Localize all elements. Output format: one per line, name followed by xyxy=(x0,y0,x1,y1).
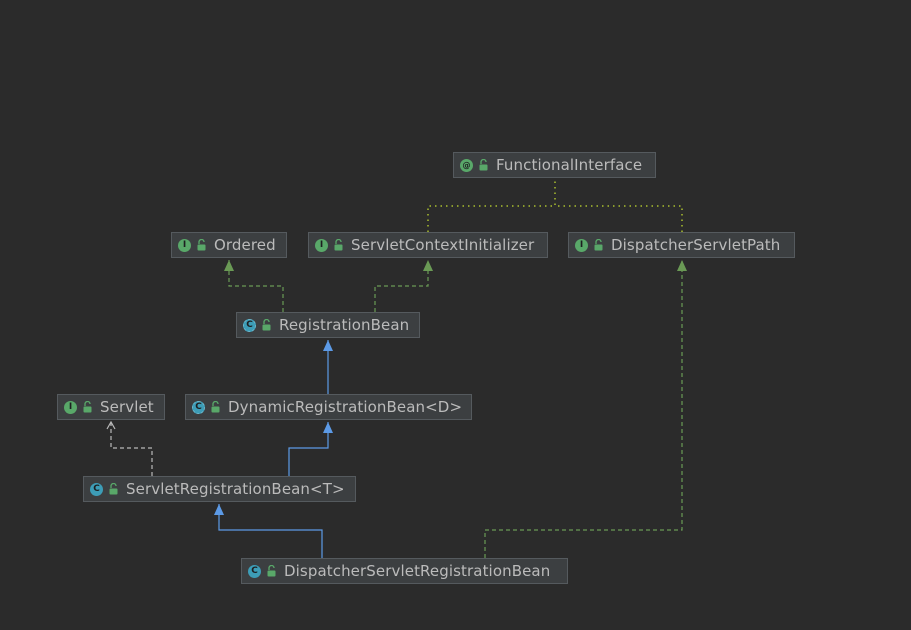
interface-icon: I xyxy=(575,238,588,252)
public-lock-icon xyxy=(83,401,92,413)
edge-dynamic-registration-bean-to-registration-bean xyxy=(323,340,333,394)
arrowhead xyxy=(423,260,433,271)
node-dynamic-registration-bean[interactable]: C DynamicRegistrationBean<D> xyxy=(185,394,472,420)
public-lock-icon xyxy=(479,159,488,171)
public-lock-icon xyxy=(334,239,343,251)
interface-icon: I xyxy=(315,238,328,252)
class-icon: C xyxy=(90,482,103,496)
arrowhead xyxy=(224,260,234,271)
class-diagram: @ FunctionalInterface I Ordered I ServletCont… xyxy=(0,0,911,630)
class-icon: C xyxy=(248,564,261,578)
arrowhead xyxy=(323,340,333,351)
public-lock-icon xyxy=(594,239,603,251)
node-dispatcher-servlet-path[interactable]: I DispatcherServletPath xyxy=(568,232,795,258)
node-label: RegistrationBean xyxy=(279,316,410,334)
arrowhead xyxy=(214,504,224,515)
node-label: FunctionalInterface xyxy=(496,156,643,174)
node-servlet-context-initializer[interactable]: I ServletContextInitializer xyxy=(308,232,548,258)
node-dispatcher-servlet-registration-bean[interactable]: C DispatcherServletRegistrationBean xyxy=(241,558,568,584)
arrowhead xyxy=(677,260,687,271)
node-ordered[interactable]: I Ordered xyxy=(171,232,287,258)
node-label: DispatcherServletRegistrationBean xyxy=(284,562,551,580)
node-functional-interface[interactable]: @ FunctionalInterface xyxy=(453,152,656,178)
edge-dispatcher-servlet-registration-bean-to-dispatcher-servlet-path xyxy=(484,260,687,558)
diagram-edges xyxy=(106,180,687,558)
edge-dispatcher-servlet-path-to-functional-interface xyxy=(554,180,683,232)
edge-registration-bean-to-servlet-context-initializer xyxy=(374,260,433,312)
edge-servlet-registration-bean-to-dynamic-registration-bean xyxy=(288,422,333,476)
edge-servlet-context-initializer-to-functional-interface xyxy=(427,180,556,232)
node-registration-bean[interactable]: C RegistrationBean xyxy=(236,312,420,338)
interface-icon: I xyxy=(178,238,191,252)
node-label: Ordered xyxy=(214,236,276,254)
node-label: DynamicRegistrationBean<D> xyxy=(228,398,463,416)
node-servlet[interactable]: I Servlet xyxy=(57,394,165,420)
public-lock-icon xyxy=(211,401,220,413)
node-label: ServletContextInitializer xyxy=(351,236,535,254)
edge-servlet-registration-bean-to-servlet xyxy=(106,420,153,476)
abstract-class-icon: C xyxy=(243,318,256,332)
node-servlet-registration-bean[interactable]: C ServletRegistrationBean<T> xyxy=(83,476,356,502)
public-lock-icon xyxy=(109,483,118,495)
abstract-class-icon: C xyxy=(192,400,205,414)
node-label: ServletRegistrationBean<T> xyxy=(126,480,345,498)
edge-dispatcher-servlet-registration-bean-to-servlet-registration-bean xyxy=(214,504,323,558)
public-lock-icon xyxy=(262,319,271,331)
public-lock-icon xyxy=(267,565,276,577)
node-label: Servlet xyxy=(100,398,154,416)
public-lock-icon xyxy=(197,239,206,251)
interface-icon: I xyxy=(64,400,77,414)
annotation-icon: @ xyxy=(460,158,473,172)
edge-registration-bean-to-ordered xyxy=(224,260,284,312)
arrowhead xyxy=(323,422,333,433)
node-label: DispatcherServletPath xyxy=(611,236,781,254)
